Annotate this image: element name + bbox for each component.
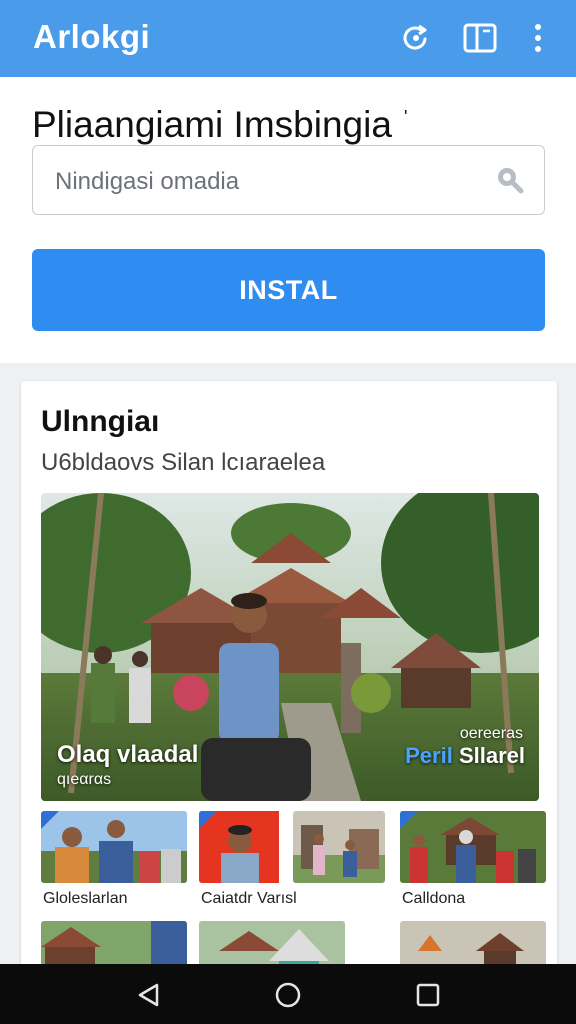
install-button[interactable]: INSTAL	[32, 249, 545, 331]
thumbnail-label-4: Calldona	[402, 890, 466, 907]
hero-caption-right-rest: Sllarel	[458, 743, 525, 768]
thumbnail-label-1: Gloleslarlan	[43, 890, 128, 907]
thumbnail-4[interactable]	[400, 811, 546, 883]
app-title: Arlokgi	[33, 18, 151, 55]
card-heading: Ulnngiaı	[41, 405, 160, 438]
thumbnail-1[interactable]	[41, 811, 187, 883]
app-bar: Arlokgi	[0, 0, 576, 77]
hero-caption-accent: Peril	[405, 743, 453, 768]
back-icon[interactable]	[136, 982, 162, 1008]
hero-caption-right-top: oereeras	[459, 725, 523, 742]
search-icon[interactable]	[492, 162, 528, 198]
refresh-icon[interactable]	[398, 20, 434, 56]
header-panel: Pliaangiami Imsbingia ' Nindigasi omadia…	[0, 77, 576, 363]
more-vert-icon[interactable]	[520, 20, 556, 56]
hero-caption-right: Peril Sllarel	[405, 743, 525, 769]
title-mark: '	[404, 107, 408, 127]
search-placeholder: Nindigasi omadia	[55, 168, 240, 195]
hero-image[interactable]: Olaq vlaadal qıeαrαs oereeras Peril Slla…	[41, 493, 539, 801]
hero-caption-left-sub: qıeαrαs	[57, 771, 112, 788]
search-field[interactable]: Nindigasi omadia	[32, 145, 545, 215]
home-icon[interactable]	[275, 982, 301, 1008]
thumbnail-3[interactable]	[293, 811, 385, 883]
book-icon[interactable]	[462, 20, 498, 56]
thumbnail-label-2: Caiatdr Varısl	[201, 890, 297, 907]
hero-caption-left-title: Olaq vlaadal	[57, 741, 199, 768]
card-subtitle: U6bldaovs Silan lcıaraelea	[41, 449, 326, 476]
recents-icon[interactable]	[415, 982, 441, 1008]
content-card: Ulnngiaı U6bldaovs Silan lcıaraelea Olaq…	[21, 381, 557, 981]
page-title: Pliaangiami Imsbingia	[32, 104, 392, 145]
system-nav-bar	[0, 964, 576, 1024]
